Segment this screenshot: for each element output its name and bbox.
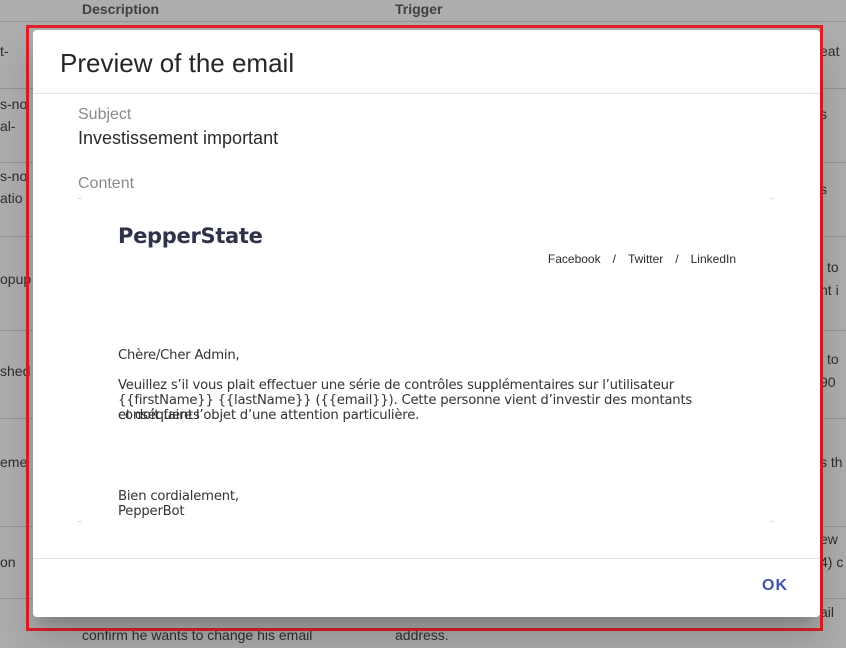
- email-signature: PepperBot: [118, 504, 185, 519]
- ok-button[interactable]: OK: [762, 573, 788, 599]
- email-body-line: et doit faire l’objet d’une attention pa…: [118, 408, 420, 423]
- subject-label: Subject: [78, 106, 132, 123]
- actions-divider: [33, 558, 820, 559]
- linkedin-link[interactable]: LinkedIn: [691, 252, 736, 266]
- email-closing: Bien cordialement,: [118, 489, 239, 504]
- email-content-preview: PepperState Facebook / Twitter / LinkedIn Ch…: [78, 198, 774, 522]
- email-preview-dialog: Preview of the email Subject Investissem…: [33, 30, 820, 617]
- email-body-line: Veuillez s’il vous plait effectuer une s…: [118, 378, 675, 393]
- dialog-title: Preview of the email: [60, 48, 295, 78]
- subject-value: Investissement important: [78, 128, 279, 148]
- frame-corner: [771, 521, 774, 522]
- frame-corner: [78, 521, 81, 522]
- frame-corner: [771, 198, 774, 199]
- email-greeting: Chère/Cher Admin,: [118, 348, 240, 363]
- title-divider: [33, 93, 820, 94]
- frame-corner: [78, 198, 81, 199]
- social-links: Facebook / Twitter / LinkedIn: [548, 252, 736, 266]
- link-separator: /: [675, 252, 679, 266]
- facebook-link[interactable]: Facebook: [548, 252, 601, 266]
- link-separator: /: [612, 252, 616, 266]
- pepperstate-logo: PepperState: [118, 224, 263, 248]
- content-label: Content: [78, 175, 135, 192]
- twitter-link[interactable]: Twitter: [628, 252, 663, 266]
